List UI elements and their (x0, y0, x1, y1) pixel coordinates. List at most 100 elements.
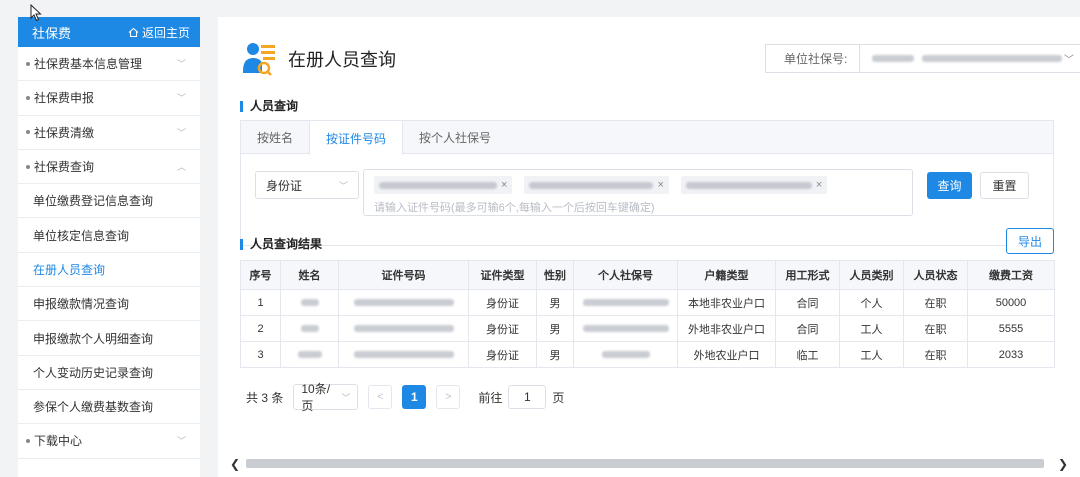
cell-status: 在职 (903, 341, 968, 368)
cell-gender: 男 (536, 315, 574, 342)
menu-item-payment[interactable]: 社保费清缴 ﹀ (18, 116, 200, 150)
cell-household: 外地非农业户口 (677, 315, 776, 342)
page-size-select[interactable]: 10条/页 ﹀ (293, 382, 359, 413)
menu-item-download-center[interactable]: 下载中心 ﹀ (18, 424, 200, 459)
menu-item-declaration[interactable]: 社保费申报 ﹀ (18, 81, 200, 116)
cell-id-type: 身份证 (468, 289, 537, 316)
search-button[interactable]: 查询 (927, 172, 972, 199)
cell-no: 1 (240, 289, 281, 316)
page-title: 在册人员查询 (288, 50, 396, 70)
unit-social-security-value (860, 55, 1064, 62)
cell-id-redacted (338, 341, 469, 368)
bullet-icon (26, 130, 30, 135)
bullet-icon (26, 95, 30, 100)
unit-social-security-select[interactable]: 单位社保号: ﹀ (765, 44, 1080, 73)
sub-item-declaration-detail[interactable]: 申报缴款个人明细查询 (18, 321, 200, 356)
cell-ss-number-redacted (573, 341, 678, 368)
cell-name-redacted (280, 341, 339, 368)
sub-item-unit-registration[interactable]: 单位缴费登记信息查询 (18, 184, 200, 219)
cell-wage: 50000 (967, 289, 1055, 316)
id-type-value: 身份证 (266, 178, 303, 193)
id-tag: × (374, 176, 513, 194)
chevron-down-icon: ﹀ (176, 59, 186, 70)
cell-id-redacted (338, 315, 469, 342)
chevron-left-icon: < (377, 391, 384, 403)
home-icon (128, 27, 139, 37)
cell-no: 3 (240, 341, 281, 368)
table-header-row: 序号 姓名 证件号码 证件类型 性别 个人社保号 户籍类型 用工形式 人员类别 … (240, 260, 1055, 290)
page-header: 在册人员查询 (242, 41, 396, 77)
cell-wage: 2033 (967, 341, 1055, 368)
column-header: 用工形式 (775, 260, 840, 290)
tab-by-social-security-number[interactable]: 按个人社保号 (403, 121, 507, 153)
home-link[interactable]: 返回主页 (128, 24, 190, 41)
sub-item-unit-verification[interactable]: 单位核定信息查询 (18, 218, 200, 253)
id-number-input[interactable]: × × × 请输入证件号码(最多可输6个,每输入一个后按回车键确定) (363, 169, 913, 216)
tag-close-icon[interactable]: × (657, 179, 663, 191)
cell-category: 工人 (839, 315, 904, 342)
scroll-right-icon[interactable]: ❯ (1058, 457, 1068, 471)
cell-ss-number-redacted (573, 289, 678, 316)
horizontal-scrollbar[interactable]: ❮ ❯ (226, 457, 1074, 471)
column-header: 姓名 (280, 260, 339, 290)
table-row[interactable]: 3 身份证 男 外地农业户口 临工 工人 在职 2033 (240, 341, 1055, 368)
cell-employment: 合同 (775, 289, 840, 316)
menu-item-query[interactable]: 社保费查询 ︿ (18, 150, 200, 185)
tab-by-name[interactable]: 按姓名 (241, 121, 309, 153)
chevron-right-icon: > (445, 391, 452, 403)
tab-by-id-number[interactable]: 按证件号码 (309, 121, 404, 155)
sub-item-change-history[interactable]: 个人变动历史记录查询 (18, 356, 200, 390)
menu-item-basic-info[interactable]: 社保费基本信息管理 ﹀ (18, 47, 200, 82)
bullet-icon (26, 61, 30, 66)
goto-label: 前往 (478, 390, 503, 405)
sub-item-registered-personnel[interactable]: 在册人员查询 (18, 253, 200, 288)
sub-item-declaration-status[interactable]: 申报缴款情况查询 (18, 287, 200, 322)
bullet-icon (26, 438, 30, 443)
column-header: 人员状态 (903, 260, 968, 290)
main-panel: 在册人员查询 单位社保号: ﹀ 人员查询 按姓名 按证件号码 按个人社保号 身份… (218, 17, 1080, 477)
table-row[interactable]: 2 身份证 男 外地非农业户口 合同 工人 在职 5555 (240, 315, 1055, 342)
column-header: 序号 (240, 260, 281, 290)
cell-gender: 男 (536, 289, 574, 316)
query-tabs: 按姓名 按证件号码 按个人社保号 (241, 121, 1053, 155)
person-search-icon (243, 43, 275, 76)
page-size-value: 10条/页 (301, 382, 331, 413)
scroll-left-icon[interactable]: ❮ (230, 457, 240, 471)
cell-name-redacted (280, 289, 339, 316)
tag-close-icon[interactable]: × (816, 179, 822, 191)
chevron-down-icon: ﹀ (176, 127, 186, 138)
column-header: 户籍类型 (677, 260, 776, 290)
mouse-cursor-icon (30, 4, 42, 22)
cell-category: 个人 (839, 289, 904, 316)
id-tags: × × × (374, 176, 902, 194)
sub-item-contribution-base[interactable]: 参保个人缴费基数查询 (18, 390, 200, 425)
cell-ss-number-redacted (573, 315, 678, 342)
reset-button[interactable]: 重置 (980, 172, 1029, 199)
column-header: 个人社保号 (573, 260, 678, 290)
cell-id-type: 身份证 (468, 315, 537, 342)
prev-page-button[interactable]: < (368, 385, 393, 409)
table-row[interactable]: 1 身份证 男 本地非农业户口 合同 个人 在职 50000 (240, 289, 1055, 316)
tag-close-icon[interactable]: × (501, 179, 507, 191)
id-type-select[interactable]: 身份证 ﹀ (255, 171, 359, 199)
menu-item-label: 下载中心 (34, 434, 83, 449)
goto-page: 前往 1 页 (478, 385, 564, 409)
page-unit-label: 页 (552, 390, 565, 405)
scrollbar-thumb[interactable] (246, 459, 1044, 468)
column-header: 人员类别 (839, 260, 904, 290)
menu-item-label: 社保费清缴 (34, 125, 95, 140)
next-page-button[interactable]: > (436, 385, 461, 409)
column-header: 证件号码 (338, 260, 469, 290)
cell-household: 本地非农业户口 (677, 289, 776, 316)
cell-gender: 男 (536, 341, 574, 368)
cell-no: 2 (240, 315, 281, 342)
total-count: 共 3 条 (246, 390, 284, 405)
goto-page-input[interactable]: 1 (508, 385, 547, 409)
cell-wage: 5555 (967, 315, 1055, 342)
bullet-icon (26, 164, 30, 169)
page-number-current[interactable]: 1 (402, 385, 427, 409)
home-link-label: 返回主页 (141, 25, 190, 40)
cell-employment: 合同 (775, 315, 840, 342)
export-button[interactable]: 导出 (1006, 228, 1054, 254)
cell-employment: 临工 (775, 341, 840, 368)
